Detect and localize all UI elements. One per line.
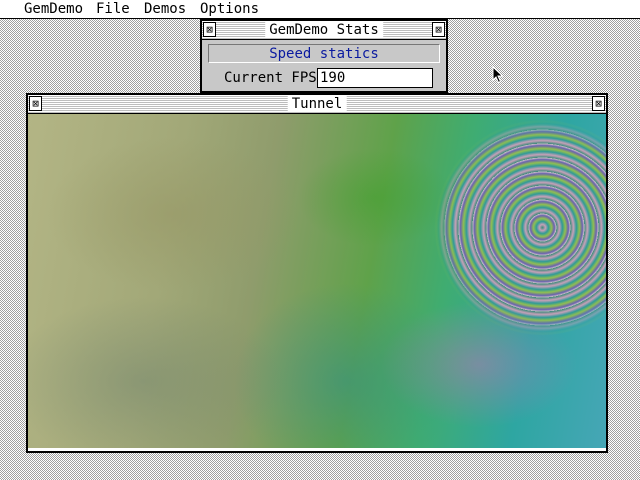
tunnel-window-title: Tunnel [287, 96, 347, 112]
tunnel-window-bottom-border [28, 448, 606, 451]
stats-window-titlebar[interactable]: ⊠ GemDemo Stats ⊠ [202, 21, 446, 40]
tunnel-close-icon[interactable]: ⊠ [29, 96, 42, 111]
menu-options[interactable]: Options [198, 1, 261, 18]
menu-file[interactable]: File [94, 1, 132, 18]
tunnel-window-titlebar[interactable]: ⊠ Tunnel ⊠ [28, 95, 606, 114]
current-fps-label: Current FPS [224, 70, 317, 86]
menu-gemdemo[interactable]: GemDemo [22, 1, 85, 18]
menu-demos[interactable]: Demos [142, 1, 188, 18]
mouse-pointer-icon [492, 66, 504, 84]
stats-close-icon[interactable]: ⊠ [203, 22, 216, 37]
menu-bar: GemDemo File Demos Options [0, 0, 640, 19]
current-fps-field[interactable] [317, 68, 433, 88]
stats-window-body: Speed statics Current FPS [202, 40, 446, 91]
tunnel-render-area [28, 114, 606, 448]
tunnel-fuller-icon[interactable]: ⊠ [592, 96, 605, 111]
stats-window-title: GemDemo Stats [265, 22, 383, 38]
stats-window: ⊠ GemDemo Stats ⊠ Speed statics Current … [200, 19, 448, 93]
tunnel-window: ⊠ Tunnel ⊠ [26, 93, 608, 453]
stats-fuller-icon[interactable]: ⊠ [432, 22, 445, 37]
speed-statics-heading: Speed statics [208, 44, 440, 63]
